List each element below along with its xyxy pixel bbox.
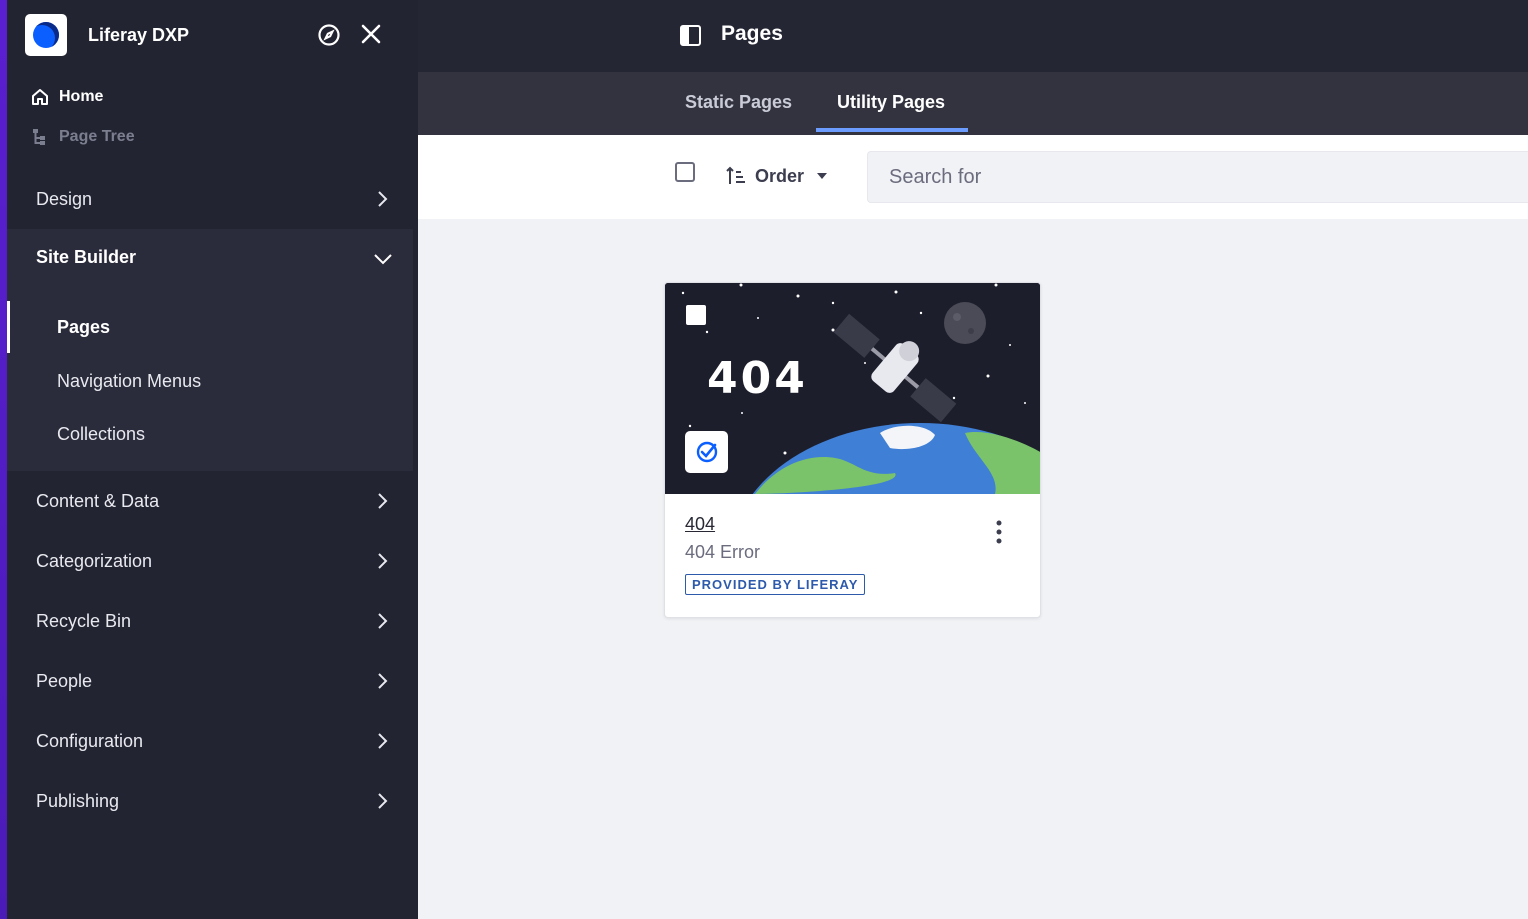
product-menu: Liferay DXP Home Page Tree Design Site B… xyxy=(7,0,418,919)
sidebar-item-collections[interactable]: Collections xyxy=(57,424,145,445)
chevron-right-icon xyxy=(378,793,388,809)
check-circle-icon xyxy=(696,441,717,463)
card-subtitle: 404 Error xyxy=(685,542,761,562)
select-all-checkbox[interactable] xyxy=(675,162,695,182)
product-menu-toggle-icon[interactable] xyxy=(680,25,701,46)
chevron-right-icon xyxy=(378,673,388,689)
home-icon xyxy=(32,89,48,105)
nav-configuration-label: Configuration xyxy=(36,730,144,751)
tab-static-pages[interactable]: Static Pages xyxy=(685,92,792,113)
nav-configuration[interactable]: Configuration xyxy=(7,711,418,771)
card-image-text: 404 xyxy=(707,353,808,404)
search-input[interactable] xyxy=(867,151,1528,203)
order-label: Order xyxy=(755,165,805,186)
close-icon[interactable] xyxy=(359,22,383,46)
home-label: Home xyxy=(59,88,104,105)
window-edge xyxy=(0,0,7,919)
chevron-down-icon[interactable] xyxy=(373,250,393,268)
card-type-badge xyxy=(685,431,728,473)
nav-content-data[interactable]: Content & Data xyxy=(7,471,418,531)
provided-by-label: PROVIDED BY LIFERAY xyxy=(685,574,866,595)
nav-categorization-label: Categorization xyxy=(36,550,153,571)
nav-categorization[interactable]: Categorization xyxy=(7,531,418,591)
brand: Liferay DXP xyxy=(25,14,189,56)
nav-people[interactable]: People xyxy=(7,651,418,711)
order-dropdown[interactable]: Order xyxy=(725,165,828,187)
home-link[interactable]: Home xyxy=(31,88,103,106)
management-toolbar: Order xyxy=(418,135,1528,219)
page-tree-icon xyxy=(33,129,45,145)
nav-people-label: People xyxy=(36,670,93,691)
nav-recycle-bin-label: Recycle Bin xyxy=(36,610,132,631)
caret-down-icon xyxy=(817,173,828,179)
control-menu: Pages xyxy=(418,0,1528,72)
chevron-right-icon xyxy=(378,733,388,749)
active-tab-indicator xyxy=(816,128,968,132)
sidebar-item-navigation-menus[interactable]: Navigation Menus xyxy=(57,371,201,392)
tab-utility-pages[interactable]: Utility Pages xyxy=(837,92,945,113)
nav-recycle-bin[interactable]: Recycle Bin xyxy=(7,591,418,651)
sidebar-item-pages[interactable]: Pages xyxy=(57,317,110,338)
card-title-link[interactable]: 404 xyxy=(685,514,715,535)
chevron-right-icon xyxy=(378,493,388,509)
nav-content-data-label: Content & Data xyxy=(36,490,160,511)
nav-publishing[interactable]: Publishing xyxy=(7,771,418,831)
card-thumbnail: 404 xyxy=(665,283,1040,494)
page-tree-label: Page Tree xyxy=(59,128,135,145)
page-tree-link[interactable]: Page Tree xyxy=(31,128,135,146)
liferay-logo[interactable] xyxy=(25,14,67,56)
brand-name: Liferay DXP xyxy=(88,24,190,45)
nav-publishing-label: Publishing xyxy=(36,790,120,811)
order-icon xyxy=(726,166,745,184)
tab-bar: Static Pages Utility Pages xyxy=(418,72,1528,135)
card-checkbox[interactable] xyxy=(686,305,706,325)
active-indicator xyxy=(7,301,10,353)
compass-icon[interactable] xyxy=(317,23,341,47)
chevron-right-icon xyxy=(378,191,388,207)
page-title: Pages xyxy=(721,22,783,45)
nav-design[interactable]: Design xyxy=(7,169,418,229)
kebab-menu-icon[interactable] xyxy=(991,519,1007,545)
utility-page-card[interactable]: 404 404 404 Error PROVIDED BY LIFERAY xyxy=(664,282,1041,618)
site-builder-panel: Site Builder Pages Navigation Menus Coll… xyxy=(7,229,413,471)
chevron-right-icon xyxy=(378,553,388,569)
chevron-right-icon xyxy=(378,613,388,629)
nav-design-label: Design xyxy=(36,188,93,209)
site-builder-header[interactable]: Site Builder xyxy=(36,247,136,268)
